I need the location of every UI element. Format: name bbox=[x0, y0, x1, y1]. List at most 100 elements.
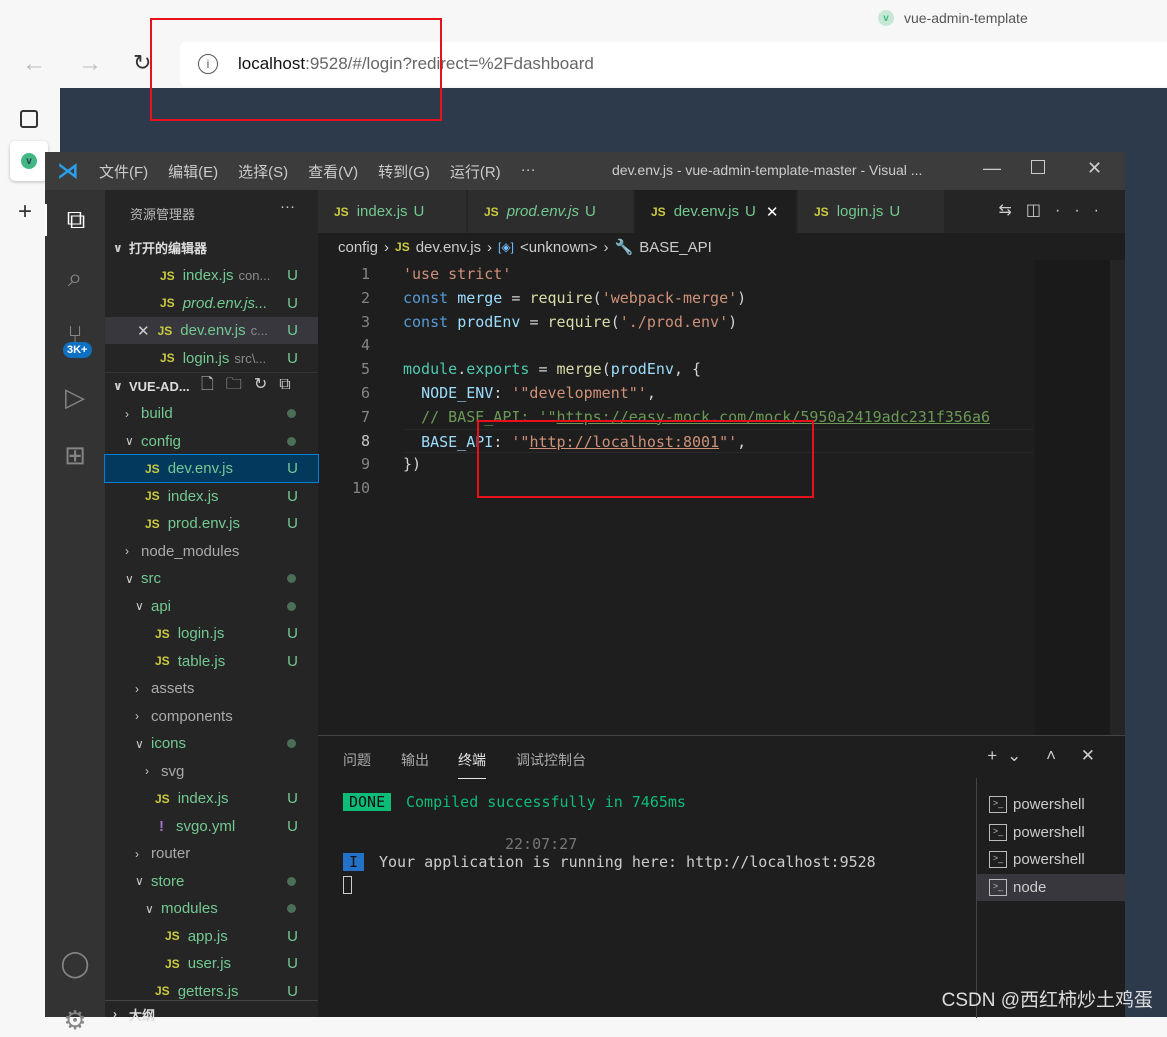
breadcrumb-item[interactable]: dev.env.js bbox=[416, 239, 481, 256]
code-line[interactable]: const prodEnv = require('./prod.env') bbox=[403, 310, 737, 334]
reload-icon[interactable]: ↻ bbox=[133, 50, 151, 76]
modified-dot bbox=[287, 876, 296, 886]
tree-file[interactable]: JS user.js U bbox=[105, 950, 318, 977]
code-line[interactable]: const merge = require('webpack-merge') bbox=[403, 286, 746, 310]
js-file-icon: JS bbox=[484, 204, 499, 219]
terminal-line: Your application is running here: http:/… bbox=[379, 853, 876, 871]
tree-file[interactable]: JS index.js U bbox=[105, 785, 318, 812]
tree-folder[interactable]: ∨ api bbox=[105, 593, 318, 620]
code-line[interactable]: NODE_ENV: '"development"', bbox=[403, 381, 656, 405]
close-window-icon[interactable]: ✕ bbox=[1087, 158, 1102, 179]
minimap[interactable] bbox=[1035, 260, 1110, 735]
modified-dot bbox=[287, 409, 296, 418]
more-actions-icon[interactable]: ··· bbox=[280, 198, 295, 215]
breadcrumb-item[interactable]: BASE_API bbox=[639, 239, 712, 256]
code-line[interactable]: }) bbox=[403, 452, 421, 476]
tree-folder[interactable]: › router bbox=[105, 840, 318, 867]
editor-tab[interactable]: JS login.js U bbox=[798, 190, 945, 233]
new-tab-icon[interactable]: + bbox=[18, 198, 32, 226]
editor-scrollbar[interactable] bbox=[1110, 260, 1125, 735]
activity-bar: ⧉ ⌕ ⑂ 3K+ ▷ ⊞ ◯ ⚙ bbox=[45, 190, 105, 1035]
tree-folder[interactable]: › build bbox=[105, 400, 318, 427]
tree-folder[interactable]: › svg bbox=[105, 758, 318, 785]
tree-folder[interactable]: ∨ modules bbox=[105, 895, 318, 922]
js-file-icon: JS bbox=[155, 654, 170, 668]
close-icon[interactable]: ✕ bbox=[137, 322, 150, 340]
open-editors-header[interactable]: ∨ 打开的编辑器 bbox=[105, 234, 318, 261]
menu-item[interactable]: 查看(V) bbox=[308, 161, 358, 182]
panel-actions-icons[interactable]: +⌄ ˄ ✕ bbox=[987, 746, 1105, 766]
outline-header[interactable]: › 大纲 bbox=[105, 1000, 318, 1027]
menu-item[interactable]: 选择(S) bbox=[238, 161, 288, 182]
tree-folder[interactable]: › components bbox=[105, 703, 318, 730]
open-editor-item[interactable]: JS index.js con... U bbox=[105, 262, 318, 289]
menu-item[interactable]: ··· bbox=[521, 161, 536, 182]
terminal-icon: >_ bbox=[989, 823, 1007, 841]
explorer-actions-icons[interactable]: 🗋🗀↻⧉ bbox=[201, 373, 303, 400]
editor-tab[interactable]: JS dev.env.js U ✕ bbox=[635, 190, 797, 233]
panel-tab[interactable]: 输出 bbox=[401, 750, 429, 770]
open-editor-item[interactable]: JS login.js src\... U bbox=[105, 345, 318, 372]
close-tab-icon[interactable]: ✕ bbox=[766, 203, 779, 221]
menu-item[interactable]: 运行(R) bbox=[450, 161, 501, 182]
menu-item[interactable]: 编辑(E) bbox=[168, 161, 218, 182]
tree-folder[interactable]: ∨ config bbox=[105, 428, 318, 455]
tree-folder[interactable]: ∨ icons bbox=[105, 730, 318, 757]
account-icon[interactable]: ◯ bbox=[59, 948, 91, 980]
open-editor-item[interactable]: ✕ JS dev.env.js c... U bbox=[105, 317, 318, 344]
js-file-icon: JS bbox=[145, 489, 160, 503]
tree-folder[interactable]: ∨ src bbox=[105, 565, 318, 592]
settings-gear-icon[interactable]: ⚙ bbox=[59, 1005, 91, 1037]
maximize-icon[interactable] bbox=[1031, 160, 1045, 174]
open-editor-item[interactable]: JS prod.env.js... U bbox=[105, 290, 318, 317]
explorer-sidebar: 资源管理器 ··· ∨ 打开的编辑器 JS index.js con... U JS pro… bbox=[104, 190, 319, 1023]
back-icon[interactable]: ← bbox=[22, 50, 46, 78]
js-file-icon: JS bbox=[160, 268, 175, 283]
minimize-icon[interactable]: — bbox=[983, 158, 1001, 179]
tree-file[interactable]: JS prod.env.js U bbox=[105, 510, 318, 537]
chevron-down-icon: ∨ bbox=[145, 901, 154, 916]
symbol-icon: [◈] bbox=[498, 240, 514, 254]
panel-tab[interactable]: 终端 bbox=[458, 750, 486, 779]
code-line[interactable]: module.exports = merge(prodEnv, { bbox=[403, 357, 701, 381]
menu-item[interactable]: 转到(G) bbox=[378, 161, 430, 182]
panel-tab[interactable]: 调试控制台 bbox=[516, 750, 586, 770]
line-number: 4 bbox=[360, 336, 370, 355]
terminal-item[interactable]: >_ powershell bbox=[977, 791, 1126, 818]
editor-tab[interactable]: JS index.js U bbox=[318, 190, 467, 233]
menu-item[interactable]: 文件(F) bbox=[99, 161, 148, 182]
js-file-icon: JS bbox=[334, 204, 349, 219]
tree-file[interactable]: JS dev.env.js U bbox=[104, 454, 319, 483]
tab-panel-icon[interactable] bbox=[20, 110, 38, 128]
code-line[interactable]: 'use strict' bbox=[403, 262, 511, 286]
line-number: 6 bbox=[360, 384, 370, 402]
tree-file[interactable]: ! svgo.yml U bbox=[105, 813, 318, 840]
tree-folder[interactable]: › node_modules bbox=[105, 538, 318, 565]
modified-dot bbox=[287, 436, 296, 446]
modified-dot bbox=[287, 739, 296, 748]
tree-file[interactable]: JS table.js U bbox=[105, 648, 318, 675]
terminal-item[interactable]: >_ powershell bbox=[977, 846, 1126, 873]
wrench-icon: 🔧 bbox=[614, 239, 634, 256]
terminal-item[interactable]: >_ node bbox=[977, 873, 1126, 901]
tree-folder[interactable]: ∨ store bbox=[105, 868, 318, 895]
explorer-icon[interactable]: ⧉ bbox=[45, 204, 105, 236]
run-debug-icon[interactable]: ▷ bbox=[59, 382, 91, 414]
project-header[interactable]: ∨ VUE-AD... 🗋🗀↻⧉ bbox=[105, 372, 318, 399]
breadcrumb-item[interactable]: <unknown> bbox=[520, 239, 598, 256]
terminal-item[interactable]: >_ powershell bbox=[977, 819, 1126, 846]
tree-file[interactable]: JS app.js U bbox=[105, 923, 318, 950]
breadcrumb-item[interactable]: config bbox=[338, 239, 378, 256]
editor-actions-icons[interactable]: ⇆◫··· bbox=[998, 200, 1113, 220]
line-number: 10 bbox=[351, 479, 370, 498]
tree-file[interactable]: JS login.js U bbox=[105, 620, 318, 647]
extensions-icon[interactable]: ⊞ bbox=[59, 440, 91, 472]
editor-tab[interactable]: JS prod.env.js U bbox=[468, 190, 634, 233]
search-icon[interactable]: ⌕ bbox=[59, 262, 91, 294]
panel-tab[interactable]: 问题 bbox=[343, 750, 371, 770]
tree-folder[interactable]: › assets bbox=[105, 675, 318, 702]
browser-tab[interactable]: v vue-admin-template bbox=[878, 10, 1028, 26]
tree-file[interactable]: JS index.js U bbox=[105, 483, 318, 510]
forward-icon[interactable]: → bbox=[78, 50, 102, 78]
vertical-tab[interactable]: v bbox=[10, 141, 48, 181]
